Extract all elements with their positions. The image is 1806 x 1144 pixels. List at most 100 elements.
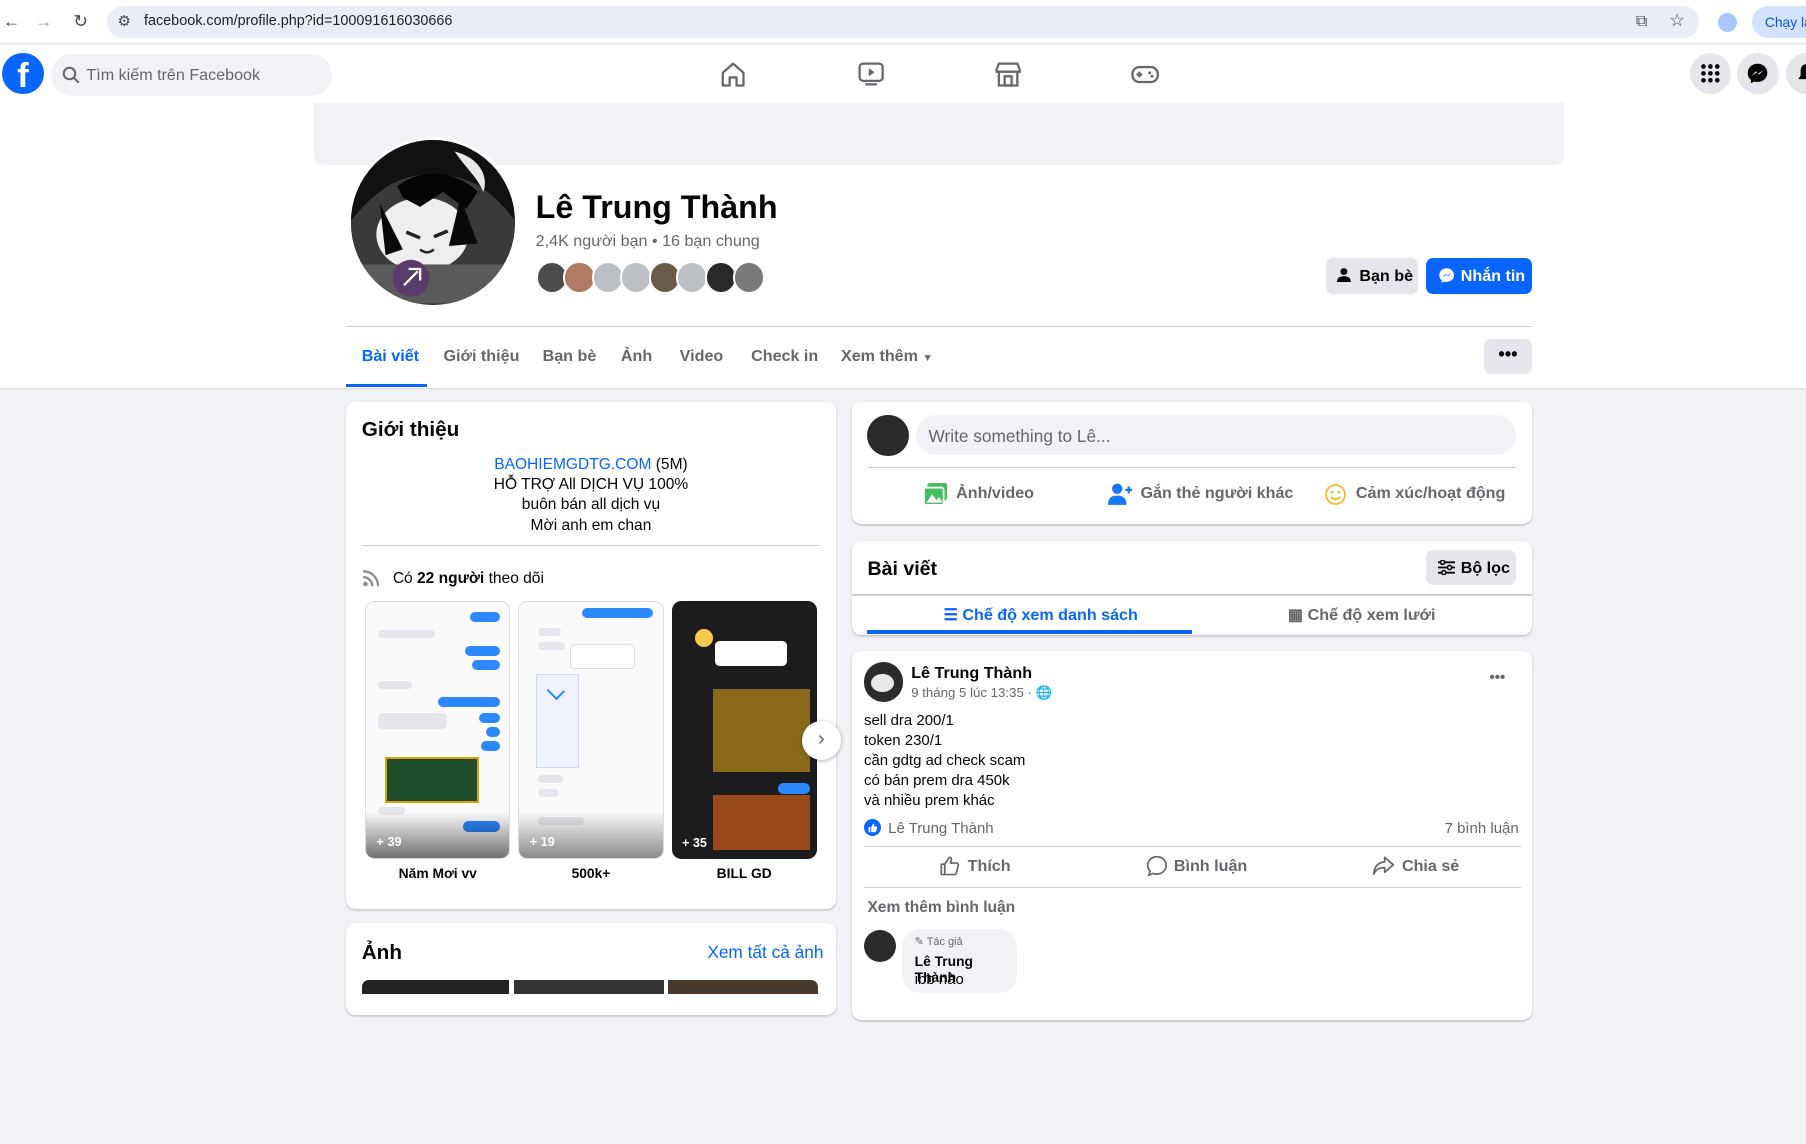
featured-story[interactable]: + 39 <box>365 601 511 860</box>
bookmark-star-icon[interactable]: ☆ <box>1669 10 1684 31</box>
feeling-icon <box>1324 483 1346 505</box>
tab-photos[interactable]: Ảnh <box>621 347 652 366</box>
relaunch-button[interactable]: Chạy lại <box>1752 5 1806 38</box>
friends-button[interactable]: Bạn bè <box>1325 258 1419 294</box>
like-button[interactable]: Thích <box>939 856 1011 876</box>
like-icon <box>940 856 960 876</box>
post-time[interactable]: 9 tháng 5 lúc 13:35 · 🌐 <box>911 685 1052 701</box>
comments-count[interactable]: 7 bình luận <box>1445 820 1519 837</box>
see-all-photos-link[interactable]: Xem tất cả ảnh <box>707 942 823 963</box>
intro-bio: BAOHIEMGDTG.COM (5M) HỖ TRỢ All DỊCH VỤ … <box>362 455 820 536</box>
story-count: + 35 <box>681 836 707 851</box>
chat-bubble <box>777 783 810 794</box>
feeling-label: Cảm xúc/hoạt động <box>1355 483 1506 502</box>
photo-thumb[interactable] <box>668 980 818 995</box>
tab-friends[interactable]: Bạn bè <box>543 347 597 366</box>
tab-posts[interactable]: Bài viết <box>362 347 419 366</box>
post-author-avatar[interactable] <box>863 662 904 702</box>
reactions-names[interactable]: Lê Trung Thành <box>888 820 993 837</box>
cover-photo[interactable] <box>314 102 1565 165</box>
site-info-icon[interactable]: ⚙ <box>117 12 130 30</box>
messenger-icon <box>1438 268 1454 284</box>
profile-friends-count[interactable]: 2,4K người bạn • 16 bạn chung <box>536 232 760 251</box>
chat-bubble <box>485 726 500 738</box>
grid-view-tab[interactable]: ▦ Chế độ xem lưới <box>1288 605 1436 625</box>
menu-grid-icon[interactable] <box>1689 52 1732 95</box>
chat-bubble <box>581 608 654 619</box>
photo-thumb[interactable] <box>513 980 664 995</box>
like-label: Thích <box>967 857 1011 876</box>
profile-header: Lê Trung Thành 2,4K người bạn • 16 bạn c… <box>0 102 1806 389</box>
next-arrow-icon[interactable]: › <box>801 721 841 761</box>
photo-thumb[interactable] <box>361 980 510 995</box>
post-body: sell dra 200/1 token 230/1 cần gdtg ad c… <box>864 711 1025 812</box>
search-placeholder: Tìm kiếm trên Facebook <box>86 65 261 84</box>
share-icon <box>1372 856 1395 875</box>
messenger-icon[interactable] <box>1737 52 1779 95</box>
composer-input[interactable]: Write something to Lê... <box>915 414 1517 456</box>
notifications-icon[interactable] <box>1785 52 1806 95</box>
post-author[interactable]: Lê Trung Thành <box>911 664 1032 683</box>
back-icon[interactable]: ← <box>0 10 23 33</box>
tab-checkins[interactable]: Check in <box>751 347 818 366</box>
composer-avatar[interactable] <box>867 414 909 457</box>
feeling-button[interactable]: Cảm xúc/hoạt động <box>1324 483 1506 505</box>
divider <box>361 544 821 547</box>
post-line: token 230/1 <box>863 731 943 749</box>
address-bar[interactable]: ⚙ facebook.com/profile.php?id=1000916160… <box>107 5 1700 38</box>
tab-about[interactable]: Giới thiệu <box>444 347 520 366</box>
url-text: facebook.com/profile.php?id=100091616030… <box>143 12 453 29</box>
featured-story[interactable]: + 19 <box>518 601 664 860</box>
mutual-friend-avatar[interactable] <box>676 261 709 294</box>
post-options-icon[interactable]: ••• <box>1490 669 1506 686</box>
mutual-friend-avatar[interactable] <box>732 261 765 294</box>
mutual-friend-avatar[interactable] <box>619 261 653 294</box>
search-input[interactable]: Tìm kiếm trên Facebook <box>50 54 332 96</box>
marketplace-icon[interactable] <box>992 59 1024 89</box>
video-icon[interactable] <box>855 59 887 89</box>
tag-people-button[interactable]: Gắn thẻ người khác <box>1108 483 1293 505</box>
intro-title: Giới thiệu <box>361 418 460 442</box>
story-caption: 500k+ <box>571 865 611 882</box>
tab-more[interactable]: Xem thêm ▼ <box>841 347 933 366</box>
profile-name: Lê Trung Thành <box>535 188 778 225</box>
reload-icon[interactable]: ↻ <box>69 10 92 33</box>
chat-bubble <box>537 641 566 650</box>
filter-button[interactable]: Bộ lọc <box>1426 549 1516 586</box>
story-image <box>713 688 810 772</box>
forward-icon[interactable]: → <box>32 10 55 33</box>
posts-title: Bài viết <box>867 557 938 580</box>
story-image <box>384 756 480 803</box>
comment-button[interactable]: Bình luận <box>1146 855 1247 877</box>
photo-video-button[interactable]: Ảnh/video <box>923 482 1035 506</box>
grid-view-label: Chế độ xem lưới <box>1307 605 1436 624</box>
profile-icon[interactable] <box>1717 12 1738 33</box>
profile-more-button[interactable]: ••• <box>1483 338 1533 375</box>
share-button[interactable]: Chia sẻ <box>1372 856 1459 876</box>
intro-link[interactable]: BAOHIEMGDTG.COM <box>494 456 651 473</box>
featured-story[interactable]: + 35 <box>671 601 817 860</box>
list-view-tab[interactable]: ☰ Chế độ xem danh sách <box>867 596 1193 634</box>
bio-line: Mời anh em chan <box>530 516 652 534</box>
filter-icon <box>1437 559 1455 575</box>
story-count: + 39 <box>376 835 402 850</box>
view-more-comments[interactable]: Xem thêm bình luận <box>867 899 1015 917</box>
commenter-avatar[interactable] <box>863 929 897 962</box>
filter-label: Bộ lọc <box>1460 558 1510 577</box>
photo-video-label: Ảnh/video <box>956 483 1035 502</box>
chat-bubble <box>479 712 500 724</box>
tab-videos[interactable]: Video <box>680 347 724 366</box>
message-button[interactable]: Nhắn tin <box>1426 258 1533 294</box>
gaming-icon[interactable] <box>1129 59 1161 89</box>
post-card: Lê Trung Thành 9 tháng 5 lúc 13:35 · 🌐 •… <box>852 650 1533 1020</box>
home-icon[interactable] <box>717 59 749 89</box>
profile-avatar[interactable] <box>347 137 519 308</box>
list-view-label: ☰ Chế độ xem danh sách <box>943 605 1137 625</box>
list-view-text: Chế độ xem danh sách <box>962 605 1138 624</box>
post-time-text: 9 tháng 5 lúc 13:35 · <box>911 685 1032 701</box>
grid-icon: ▦ <box>1287 605 1308 624</box>
facebook-logo[interactable]: f <box>2 52 44 95</box>
mutual-friend-avatar[interactable] <box>563 261 596 294</box>
followers-text[interactable]: Có 22 người theo dõi <box>393 570 544 588</box>
install-icon[interactable]: ⧉ <box>1636 12 1648 31</box>
